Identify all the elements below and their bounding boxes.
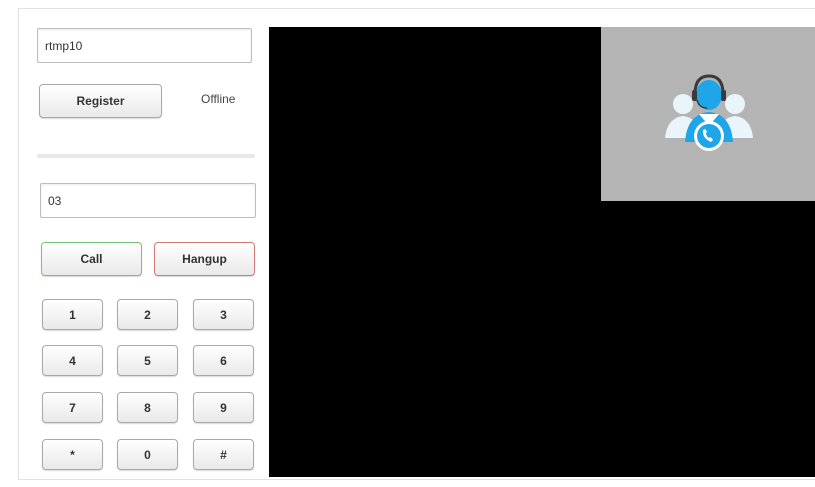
register-button[interactable]: Register	[39, 84, 162, 118]
keypad-key-7[interactable]: 7	[42, 392, 103, 423]
keypad-key-4[interactable]: 4	[42, 345, 103, 376]
keypad-key-3[interactable]: 3	[193, 299, 254, 330]
keypad-key-5[interactable]: 5	[117, 345, 178, 376]
call-button[interactable]: Call	[41, 242, 142, 276]
keypad-key-hash[interactable]: #	[193, 439, 254, 470]
keypad-key-6[interactable]: 6	[193, 345, 254, 376]
username-input[interactable]	[37, 28, 252, 63]
keypad-key-9[interactable]: 9	[193, 392, 254, 423]
control-panel: Register Offline Call Hangup 1 2 3 4 5 6…	[19, 9, 279, 479]
keypad-key-8[interactable]: 8	[117, 392, 178, 423]
remote-video-area	[269, 27, 815, 477]
keypad-key-0[interactable]: 0	[117, 439, 178, 470]
dial-number-input[interactable]	[40, 183, 256, 218]
keypad-key-2[interactable]: 2	[117, 299, 178, 330]
support-agent-call-icon	[664, 74, 753, 151]
section-divider	[37, 154, 255, 158]
phone-app-frame: Register Offline Call Hangup 1 2 3 4 5 6…	[18, 8, 815, 480]
local-video-preview	[601, 27, 815, 201]
hangup-button[interactable]: Hangup	[154, 242, 255, 276]
keypad-key-star[interactable]: *	[42, 439, 103, 470]
keypad-key-1[interactable]: 1	[42, 299, 103, 330]
registration-status: Offline	[201, 92, 236, 106]
